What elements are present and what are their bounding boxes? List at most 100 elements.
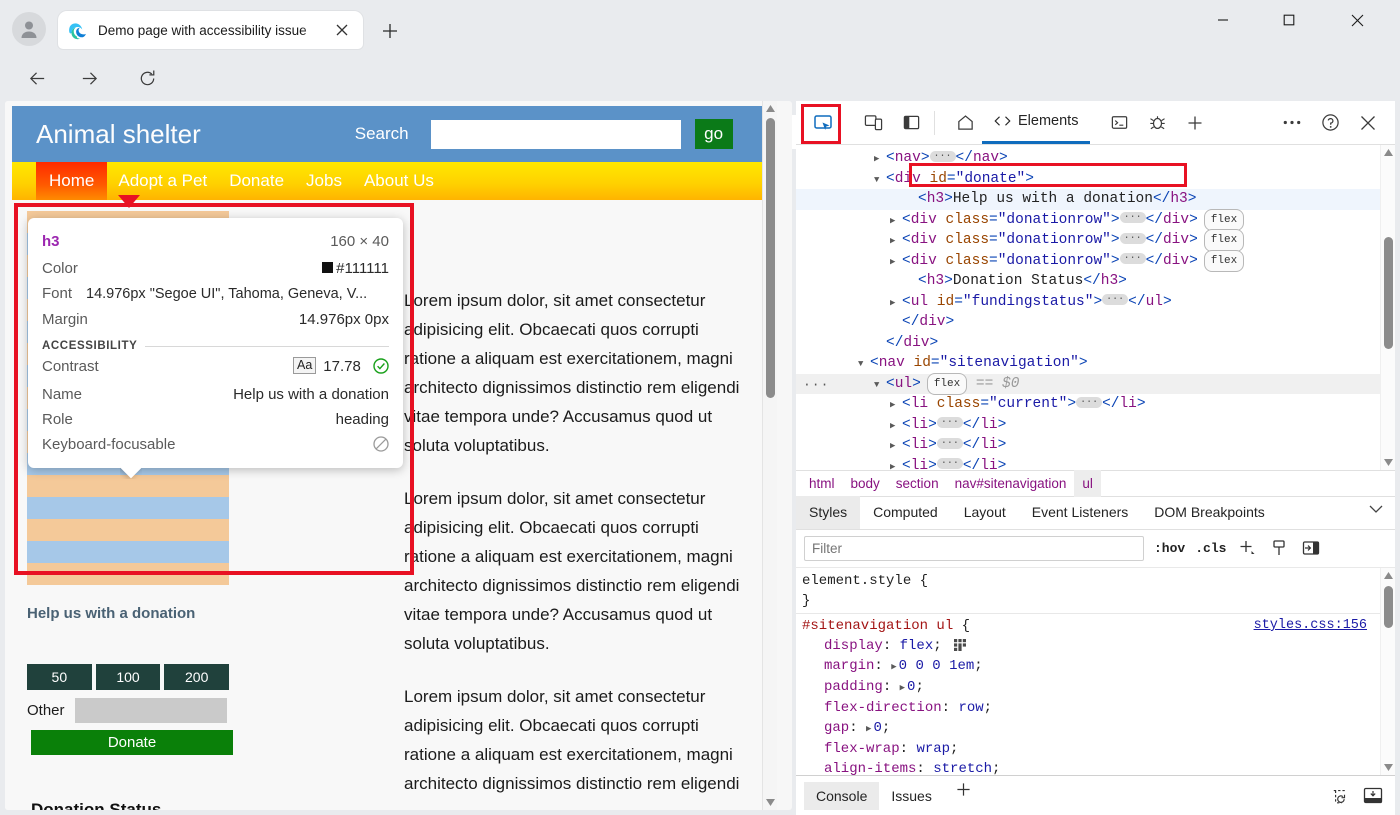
expand-children-icon[interactable]: ··· (937, 458, 963, 469)
dom-tree-row[interactable]: ▶<div class="donationrow">···</div>flex (796, 251, 1395, 272)
donate-button[interactable]: Donate (31, 730, 233, 755)
css-property[interactable]: align-items (824, 761, 916, 775)
nav-item-home[interactable]: Home (36, 162, 107, 200)
css-property[interactable]: padding (824, 679, 883, 695)
css-property[interactable]: gap (824, 720, 849, 736)
breadcrumb-item-section[interactable]: section (888, 470, 947, 497)
chevron-down-icon[interactable]: ▼ (874, 170, 886, 191)
css-property[interactable]: flex-direction (824, 700, 942, 716)
scrollbar-thumb[interactable] (766, 118, 775, 398)
dom-tree-row[interactable]: </div> (796, 312, 1395, 333)
expand-children-icon[interactable]: ··· (937, 438, 963, 449)
flex-badge[interactable]: flex (1204, 250, 1244, 273)
chevron-down-icon[interactable]: ▼ (858, 354, 870, 375)
chevron-right-icon[interactable]: ▶ (890, 416, 902, 437)
css-property[interactable]: display (824, 638, 883, 654)
reload-icon[interactable] (130, 61, 164, 95)
amount-button-50[interactable]: 50 (27, 664, 92, 690)
chevron-right-icon[interactable]: ▶ (890, 436, 902, 457)
dom-tree-row[interactable]: ▼<div id="donate"> (796, 169, 1395, 190)
dom-tree-row[interactable]: ▶<div class="donationrow">···</div>flex (796, 230, 1395, 251)
scroll-up-arrow-icon[interactable] (1381, 145, 1395, 160)
amount-button-100[interactable]: 100 (96, 664, 161, 690)
sources-bug-icon[interactable] (1140, 106, 1174, 140)
dom-tree-row[interactable]: ▶<ul id="fundingstatus">···</ul> (796, 292, 1395, 313)
styles-filter-input[interactable] (804, 536, 1144, 561)
dock-right-icon[interactable] (1300, 537, 1322, 559)
new-style-rule-icon[interactable] (1236, 537, 1258, 559)
dom-tree-scrollbar[interactable] (1380, 145, 1395, 470)
close-devtools-icon[interactable] (1351, 106, 1385, 140)
device-emulation-icon[interactable] (856, 106, 890, 140)
css-declaration[interactable]: flex-direction: row; (802, 698, 1395, 718)
dock-drawer-bottom-icon[interactable] (1363, 787, 1383, 804)
css-rules-pane[interactable]: element.style { } #sitenavigation ul { s… (796, 568, 1395, 775)
back-arrow-icon[interactable] (20, 61, 54, 95)
expand-children-icon[interactable]: ··· (930, 151, 956, 162)
nav-item-jobs[interactable]: Jobs (295, 162, 353, 200)
chevron-right-icon[interactable]: ▶ (890, 252, 902, 273)
css-value[interactable]: row (958, 700, 983, 716)
tab-layout[interactable]: Layout (951, 496, 1019, 529)
css-declaration[interactable]: margin: ▶0 0 0 1em; (802, 656, 1395, 677)
expand-triangle-icon[interactable]: ▶ (891, 657, 898, 677)
clear-console-icon[interactable] (1331, 787, 1351, 805)
scroll-down-arrow-icon[interactable] (1381, 760, 1395, 775)
chevron-right-icon[interactable]: ▶ (890, 293, 902, 314)
css-declaration[interactable]: display: flex; (802, 636, 1395, 656)
flex-badge[interactable]: flex (1204, 209, 1244, 232)
scroll-up-arrow-icon[interactable] (1381, 568, 1395, 583)
window-maximize-button[interactable] (1266, 0, 1312, 40)
expand-triangle-icon[interactable]: ▶ (900, 678, 907, 698)
flex-badge[interactable]: flex (1204, 229, 1244, 252)
breadcrumb-item-ul[interactable]: ul (1074, 470, 1101, 497)
dom-tree-row[interactable]: ▼<nav id="sitenavigation"> (796, 353, 1395, 374)
page-scrollbar[interactable] (762, 101, 777, 810)
expand-children-icon[interactable]: ··· (1076, 397, 1102, 408)
dom-tree-row[interactable]: <h3>Donation Status</h3> (796, 271, 1395, 292)
other-amount-input[interactable] (75, 698, 227, 723)
chevron-right-icon[interactable]: ▶ (890, 457, 902, 470)
css-property[interactable]: margin (824, 658, 874, 674)
breadcrumb-item-html[interactable]: html (801, 470, 843, 497)
css-value[interactable]: wrap (916, 741, 950, 757)
css-source-link[interactable]: styles.css:156 (1254, 616, 1367, 636)
tab-console[interactable]: Console (804, 782, 879, 810)
nav-item-donate[interactable]: Donate (218, 162, 295, 200)
scrollbar-thumb[interactable] (1384, 237, 1393, 349)
css-declaration[interactable]: flex-wrap: wrap; (802, 739, 1395, 759)
css-selector-sitenavigation-ul[interactable]: #sitenavigation ul (802, 618, 953, 634)
window-close-button[interactable] (1334, 0, 1380, 40)
welcome-home-icon[interactable] (948, 106, 982, 140)
tab-close-icon[interactable] (329, 17, 355, 43)
flex-badge[interactable]: flex (927, 373, 967, 396)
tab-dom-breakpoints[interactable]: DOM Breakpoints (1141, 496, 1277, 529)
dom-tree-row[interactable]: ▶<li>···</li> (796, 456, 1395, 470)
breadcrumb[interactable]: html body section nav#sitenavigation ul (796, 470, 1395, 497)
more-options-icon[interactable] (1275, 106, 1309, 140)
css-value[interactable]: stretch (933, 761, 992, 775)
tab-event-listeners[interactable]: Event Listeners (1019, 496, 1142, 529)
scroll-down-arrow-icon[interactable] (1381, 455, 1395, 470)
css-value[interactable]: 0 (873, 720, 881, 736)
tab-computed[interactable]: Computed (860, 496, 951, 529)
chevron-right-icon[interactable]: ▶ (890, 231, 902, 252)
profile-avatar-icon[interactable] (12, 12, 46, 46)
expand-children-icon[interactable]: ··· (937, 417, 963, 428)
tab-issues[interactable]: Issues (879, 782, 943, 810)
new-tab-button[interactable] (375, 17, 405, 45)
help-question-icon[interactable] (1313, 106, 1347, 140)
css-value[interactable]: flex (900, 638, 934, 654)
dom-tree[interactable]: ▶<nav>···</nav>▼<div id="donate"><h3>Hel… (796, 145, 1395, 470)
amount-button-200[interactable]: 200 (164, 664, 229, 690)
expand-children-icon[interactable]: ··· (1120, 212, 1146, 223)
dom-tree-row[interactable]: <h3>Help us with a donation</h3> (796, 189, 1395, 210)
dom-tree-row[interactable]: ▶<li>···</li> (796, 435, 1395, 456)
plus-icon[interactable] (1178, 106, 1212, 140)
chevron-right-icon[interactable]: ▶ (890, 395, 902, 416)
css-rule-header[interactable]: element.style { (802, 571, 1395, 591)
expand-children-icon[interactable]: ··· (1120, 233, 1146, 244)
dock-side-icon[interactable] (894, 106, 928, 140)
class-toggle-button[interactable]: .cls (1195, 541, 1226, 556)
tab-styles[interactable]: Styles (796, 496, 860, 529)
